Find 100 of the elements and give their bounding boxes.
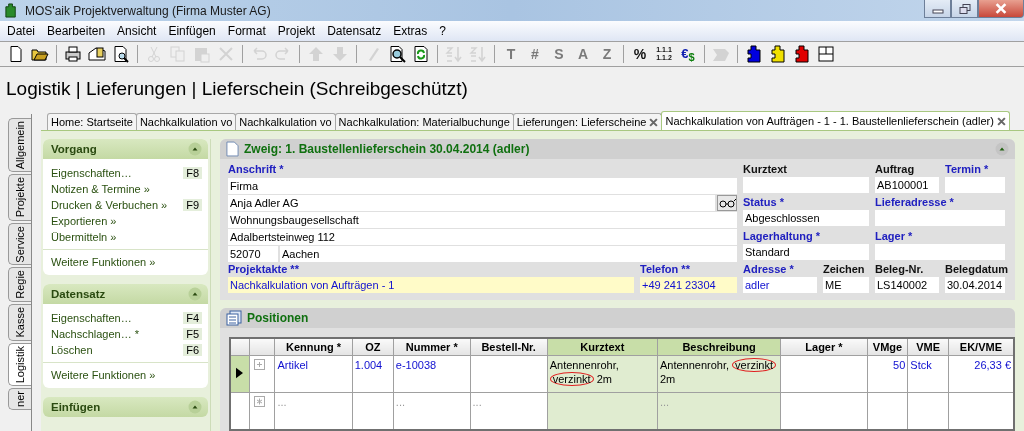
collapse-icon[interactable] — [995, 142, 1009, 156]
input-field[interactable]: Abgeschlossen — [743, 210, 869, 227]
shortcut-key: F4 — [183, 312, 202, 324]
cell-text: 26,33 € — [974, 359, 1011, 371]
cell-text: ... — [395, 396, 405, 408]
tab-label: Nachkalkulation: Materialbuchunge — [338, 116, 510, 128]
cell-text: 50 — [893, 359, 906, 371]
address-field[interactable]: Adalbertsteinweg 112 — [228, 229, 737, 245]
input-field[interactable] — [875, 210, 1005, 227]
field-label: Lager * — [875, 228, 914, 244]
expand-icon[interactable] — [253, 359, 265, 370]
task-link[interactable]: Eigenschaften… — [51, 312, 132, 324]
input-field[interactable]: +49 241 23304 — [640, 277, 737, 293]
column-header[interactable]: VME — [907, 338, 949, 356]
cell-text: 1.004 — [354, 359, 383, 371]
minimize-button[interactable] — [924, 0, 951, 18]
collapse-icon[interactable] — [188, 142, 202, 156]
task-link[interactable]: Eigenschaften… — [51, 167, 132, 179]
address-field[interactable]: Wohnungsbaugesellschaft — [228, 212, 737, 228]
more-functions-link[interactable]: Weitere Funktionen » — [51, 369, 156, 381]
task-link[interactable]: Löschen — [51, 344, 93, 356]
sort-icon — [445, 45, 463, 63]
side-tab[interactable]: Projekte — [8, 174, 31, 221]
refresh-icon — [412, 45, 430, 63]
document-tab[interactable]: Nachkalkulation von Aufträgen - 1 - 1. Baustellenlieferschein (adler) — [661, 111, 1010, 130]
address-field[interactable]: Firma — [228, 178, 737, 194]
task-link[interactable]: Drucken & Verbuchen » — [51, 199, 168, 211]
column-header[interactable]: Kurztext — [547, 338, 658, 356]
document-tab[interactable]: Nachkalkulation vo — [235, 113, 336, 130]
more-functions-link[interactable]: Weitere Funktionen » — [51, 256, 156, 268]
toolbar-button[interactable]: % — [628, 43, 652, 65]
cell-text: ... — [277, 396, 287, 408]
field-label: Kurztext — [743, 162, 788, 177]
column-header[interactable]: OZ — [352, 338, 394, 356]
menu-item[interactable]: Projekt — [272, 24, 323, 38]
input-field[interactable] — [945, 177, 1005, 193]
search-icon — [388, 45, 406, 63]
menu-item[interactable]: Einfügen — [163, 24, 223, 38]
side-tab[interactable]: Kasse — [8, 304, 31, 341]
shortcut-key: F5 — [183, 328, 202, 340]
document-tab[interactable]: Nachkalkulation vo — [135, 113, 237, 130]
collapse-icon[interactable] — [188, 287, 202, 301]
input-field[interactable] — [743, 177, 869, 193]
table-icon — [226, 310, 242, 326]
column-header[interactable]: EK/VME — [948, 338, 1014, 356]
column-header[interactable]: Beschreibung — [657, 338, 781, 356]
city-field[interactable]: Aachen — [280, 246, 737, 262]
field-label: Lagerhaltung * — [743, 228, 821, 244]
new-row-icon[interactable] — [253, 396, 265, 407]
input-field[interactable]: adler — [743, 277, 817, 293]
close-icon[interactable] — [996, 116, 1006, 126]
menu-item[interactable]: Datensatz — [322, 24, 389, 38]
menu-item[interactable]: ? — [434, 24, 453, 38]
side-tab[interactable]: Logistik — [8, 342, 31, 386]
document-icon — [226, 141, 239, 157]
tab-label: Nachkalkulation von Aufträgen - 1 - 1. Baustellenlieferschein (adler) — [665, 115, 994, 127]
magnifier-page-icon — [112, 45, 130, 63]
field-label: Anschrift * — [228, 162, 285, 177]
glasses-button[interactable] — [717, 195, 737, 211]
panel-title: Positionen — [247, 311, 310, 325]
input-field[interactable]: ME — [823, 277, 869, 293]
column-header[interactable]: Lager * — [780, 338, 868, 356]
menu-item[interactable]: Format — [222, 24, 273, 38]
field-label: Projektakte ** — [228, 262, 300, 277]
maximize-button[interactable] — [951, 0, 978, 18]
task-link[interactable]: Notizen & Termine » — [51, 183, 150, 195]
task-link[interactable]: Übermitteln » — [51, 231, 117, 243]
zip-field[interactable]: 52070 — [228, 246, 278, 262]
input-field[interactable]: 30.04.2014 — [945, 277, 1005, 293]
column-header[interactable]: Bestell-Nr. — [470, 338, 548, 356]
close-button[interactable] — [978, 0, 1024, 18]
menu-item[interactable]: Ansicht — [112, 24, 164, 38]
input-field[interactable] — [875, 243, 1005, 260]
task-link[interactable]: Exportieren » — [51, 215, 117, 227]
side-tab[interactable]: Regie — [8, 267, 31, 303]
input-field[interactable]: Nachkalkulation von Aufträgen - 1 — [228, 277, 634, 293]
up-arrow-icon — [307, 45, 325, 63]
task-link[interactable]: Nachschlagen… * — [51, 328, 140, 340]
input-field[interactable]: AB100001 — [875, 177, 939, 193]
menu-item[interactable]: Bearbeiten — [42, 24, 113, 38]
column-header[interactable]: VMge — [867, 338, 908, 356]
down-arrow-icon — [331, 45, 349, 63]
input-field[interactable]: LS140002 — [875, 277, 939, 293]
menu-item[interactable]: Datei — [2, 24, 42, 38]
side-tab[interactable]: Allgemein — [8, 118, 31, 173]
side-tab[interactable]: ner — [8, 388, 31, 410]
address-field[interactable]: Anja Adler AG — [228, 195, 715, 211]
input-field[interactable]: Standard — [743, 243, 869, 260]
column-header[interactable]: Nummer * — [393, 338, 471, 356]
sort-icon — [469, 45, 487, 63]
collapse-icon[interactable] — [188, 400, 202, 414]
column-header[interactable]: Kennung * — [274, 338, 353, 356]
side-tab[interactable]: Service — [8, 222, 31, 266]
document-tab[interactable]: Lieferungen: Lieferscheine — [512, 113, 663, 130]
menu-item[interactable]: Extras — [388, 24, 435, 38]
close-icon[interactable] — [649, 117, 659, 127]
toolbar-button[interactable]: €$_{$}$ — [676, 43, 700, 65]
document-tab[interactable]: Nachkalkulation: Materialbuchunge — [334, 113, 514, 130]
row-indicator[interactable] — [230, 355, 250, 393]
document-tab[interactable]: Home: Startseite — [47, 113, 137, 130]
